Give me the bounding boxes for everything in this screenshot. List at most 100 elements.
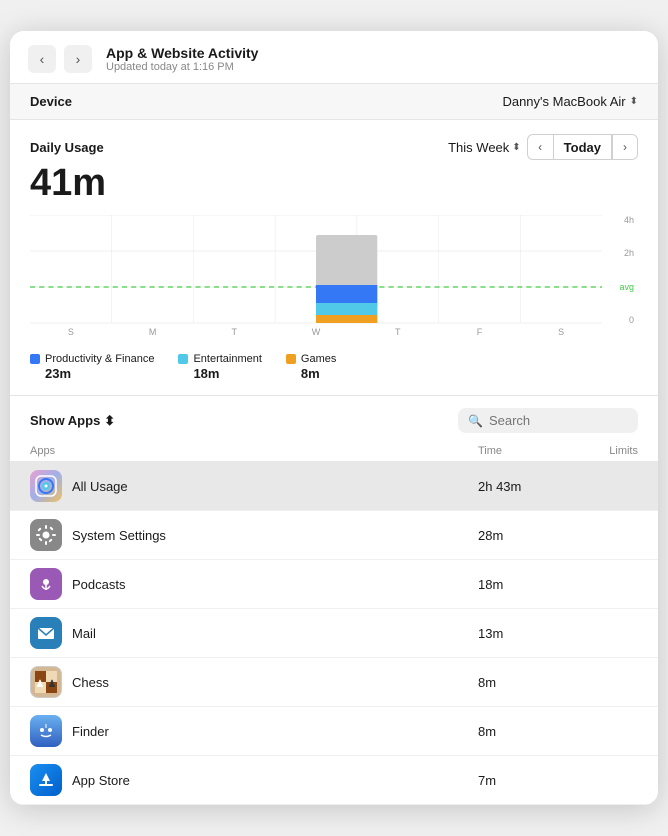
period-selector[interactable]: This Week ⬍ <box>448 140 521 155</box>
apps-table-header: Apps Time Limits <box>10 441 658 462</box>
x-label-w: W <box>275 327 357 345</box>
forward-button[interactable]: › <box>64 45 92 73</box>
y-label-0: 0 <box>606 315 634 325</box>
app-time: 8m <box>478 724 568 739</box>
period-label: This Week <box>448 140 509 155</box>
x-label-m: M <box>112 327 194 345</box>
x-label-s1: S <box>30 327 112 345</box>
app-name: App Store <box>72 773 130 788</box>
table-row[interactable]: System Settings 28m <box>10 511 658 560</box>
app-info: App Store <box>30 764 478 796</box>
table-row[interactable]: Mail 13m <box>10 609 658 658</box>
app-info: Finder <box>30 715 478 747</box>
app-name: All Usage <box>72 479 128 494</box>
legend-dot-entertainment <box>178 354 188 364</box>
back-button[interactable]: ‹ <box>28 45 56 73</box>
device-chevron-icon: ⬍ <box>630 96 638 107</box>
legend-time-productivity: 23m <box>45 366 154 381</box>
chart-container: 4h 2h avg 0 S M T W T F S <box>30 215 638 345</box>
legend-dot-productivity <box>30 354 40 364</box>
svg-text:♟: ♟ <box>48 679 57 690</box>
apps-list: All Usage 2h 43m <box>10 462 658 805</box>
app-icon-all-usage <box>30 470 62 502</box>
apps-section: Show Apps ⬍ 🔍 Apps Time Limits <box>10 396 658 805</box>
device-name: Danny's MacBook Air <box>502 94 625 109</box>
y-label-avg: avg <box>606 282 634 292</box>
app-time: 13m <box>478 626 568 641</box>
table-row[interactable]: ♟ ♟ Chess 8m <box>10 658 658 707</box>
y-label-4h: 4h <box>606 215 634 225</box>
period-controls: This Week ⬍ ‹ Today › <box>448 134 638 160</box>
app-name: Podcasts <box>72 577 125 592</box>
app-name: Mail <box>72 626 96 641</box>
app-info: All Usage <box>30 470 478 502</box>
chart-svg <box>30 215 602 325</box>
app-info: ♟ ♟ Chess <box>30 666 478 698</box>
col-header-limits: Limits <box>568 445 638 457</box>
app-name: Finder <box>72 724 109 739</box>
search-icon: 🔍 <box>468 414 483 428</box>
app-info: System Settings <box>30 519 478 551</box>
chart-y-labels: 4h 2h avg 0 <box>602 215 638 325</box>
app-time: 7m <box>478 773 568 788</box>
window-subtitle: Updated today at 1:16 PM <box>106 61 258 73</box>
app-icon-mail <box>30 617 62 649</box>
app-time: 18m <box>478 577 568 592</box>
period-prev-button[interactable]: ‹ <box>527 134 553 160</box>
chart-area <box>30 215 602 325</box>
table-row[interactable]: Podcasts 18m <box>10 560 658 609</box>
show-apps-chevron-icon: ⬍ <box>104 413 115 429</box>
x-label-s2: S <box>520 327 602 345</box>
app-info: Podcasts <box>30 568 478 600</box>
x-label-t1: T <box>193 327 275 345</box>
app-time: 8m <box>478 675 568 690</box>
svg-text:♟: ♟ <box>36 679 45 690</box>
today-button[interactable]: Today <box>553 134 612 160</box>
period-next-button[interactable]: › <box>612 134 638 160</box>
show-apps-label: Show Apps <box>30 413 100 428</box>
show-apps-button[interactable]: Show Apps ⬍ <box>30 413 115 429</box>
chart-x-labels: S M T W T F S <box>30 325 602 345</box>
app-icon-finder <box>30 715 62 747</box>
legend-time-entertainment: 18m <box>193 366 261 381</box>
window-title: App & Website Activity <box>106 45 258 61</box>
app-icon-app-store <box>30 764 62 796</box>
legend-label-productivity: Productivity & Finance <box>45 353 154 365</box>
legend-item-games: Games 8m <box>286 353 336 381</box>
app-name: System Settings <box>72 528 166 543</box>
app-icon-chess: ♟ ♟ <box>30 666 62 698</box>
titlebar: ‹ › App & Website Activity Updated today… <box>10 31 658 84</box>
search-box[interactable]: 🔍 <box>458 408 638 433</box>
legend-label-entertainment: Entertainment <box>193 353 261 365</box>
legend-time-games: 8m <box>301 366 336 381</box>
y-label-2h: 2h <box>606 248 634 258</box>
col-header-apps: Apps <box>30 445 478 457</box>
col-header-time: Time <box>478 445 568 457</box>
legend-item-entertainment: Entertainment 18m <box>178 353 261 381</box>
x-label-f: F <box>439 327 521 345</box>
usage-header: Daily Usage This Week ⬍ ‹ Today › <box>30 134 638 160</box>
chart-legend: Productivity & Finance 23m Entertainment… <box>30 353 638 381</box>
usage-section: Daily Usage This Week ⬍ ‹ Today › 41m <box>10 120 658 396</box>
table-row[interactable]: Finder 8m <box>10 707 658 756</box>
app-time: 2h 43m <box>478 479 568 494</box>
usage-title: Daily Usage <box>30 140 104 155</box>
app-icon-system-settings <box>30 519 62 551</box>
app-info: Mail <box>30 617 478 649</box>
legend-dot-games <box>286 354 296 364</box>
table-row[interactable]: All Usage 2h 43m <box>10 462 658 511</box>
search-input[interactable] <box>489 413 628 428</box>
app-icon-podcasts <box>30 568 62 600</box>
period-navigation: ‹ Today › <box>527 134 638 160</box>
title-block: App & Website Activity Updated today at … <box>106 45 258 73</box>
apps-toolbar: Show Apps ⬍ 🔍 <box>10 396 658 441</box>
device-label: Device <box>30 94 72 109</box>
table-row[interactable]: App Store 7m <box>10 756 658 805</box>
nav-buttons: ‹ › <box>28 45 92 73</box>
device-selector[interactable]: Danny's MacBook Air ⬍ <box>502 94 638 109</box>
x-label-t2: T <box>357 327 439 345</box>
legend-item-productivity: Productivity & Finance 23m <box>30 353 154 381</box>
app-time: 28m <box>478 528 568 543</box>
app-name: Chess <box>72 675 109 690</box>
main-window: ‹ › App & Website Activity Updated today… <box>10 31 658 805</box>
